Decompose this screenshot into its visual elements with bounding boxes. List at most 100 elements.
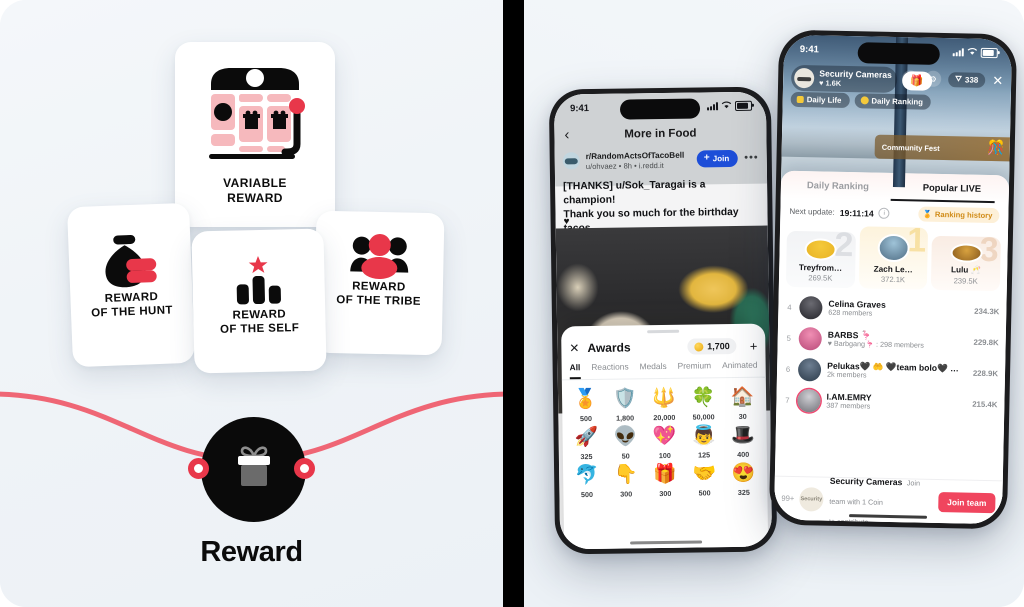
- tab-medals[interactable]: Medals: [640, 361, 667, 378]
- tab-premium[interactable]: Premium: [678, 360, 712, 377]
- award-item[interactable]: 🛡️ 1,800: [605, 385, 645, 423]
- battery-icon: [734, 100, 753, 111]
- tag-label: Daily Life: [806, 94, 842, 105]
- people-group-icon: [348, 233, 411, 280]
- next-update-time: 19:11:14: [839, 207, 874, 219]
- award-item[interactable]: 🐬 500: [567, 462, 607, 500]
- join-button-label: Join: [712, 153, 730, 163]
- add-coins-button[interactable]: +: [750, 338, 758, 353]
- award-cost: 50,000: [692, 412, 715, 422]
- award-cost: 50: [621, 451, 630, 461]
- award-item[interactable]: 💖 100: [645, 423, 685, 461]
- cellular-bars-icon: [952, 48, 964, 57]
- award-item[interactable]: 🍀 50,000: [683, 384, 723, 422]
- award-cost: 325: [737, 487, 750, 497]
- podium: 2 Treyfrom… 269.5K 1 Zach Le… 372.1K 3 L…: [779, 223, 1008, 297]
- team-score: 229.8K: [973, 337, 999, 348]
- table-row[interactable]: 7 I.AM.EMRY 387 members 215.4K: [776, 385, 1005, 421]
- tag-daily-life[interactable]: Daily Life: [790, 91, 850, 108]
- podium-name: Zach Le…: [873, 264, 913, 275]
- award-item[interactable]: 🤝 500: [685, 460, 725, 498]
- person-icon: ⛛: [955, 74, 963, 84]
- award-item[interactable]: 😍 325: [724, 460, 764, 498]
- tab-animated[interactable]: Animated: [722, 360, 758, 377]
- award-item[interactable]: 👇 300: [606, 461, 646, 499]
- tab-reactions[interactable]: Reactions: [591, 361, 628, 379]
- avatar: [798, 327, 822, 351]
- card-label: REWARD OF THE HUNT: [90, 290, 174, 320]
- podium-rank: 2: [834, 230, 854, 265]
- table-row[interactable]: 4 Celina Graves 628 members 234.3K: [778, 292, 1007, 328]
- rank-number: 7: [785, 395, 790, 405]
- page-title: Reward: [200, 536, 303, 568]
- podium-place-3[interactable]: 3 Lulu 🥂 239.5K: [931, 235, 1001, 292]
- award-item[interactable]: 🏅 500: [566, 386, 606, 424]
- info-icon[interactable]: i: [878, 207, 890, 219]
- avatar: [950, 243, 983, 263]
- viewer-count[interactable]: ⛛ 338: [948, 71, 986, 88]
- tab-all[interactable]: All: [569, 362, 581, 380]
- podium-place-2[interactable]: 2 Treyfrom… 269.5K: [785, 230, 856, 289]
- award-art-icon: 🛡️: [612, 388, 637, 410]
- podium-place-1[interactable]: 1 Zach Le… 372.1K: [858, 226, 929, 290]
- podium-star-icon: [229, 253, 288, 308]
- creator-likes: ♥ 1.6K: [819, 78, 892, 89]
- join-button[interactable]: + Join: [696, 149, 739, 168]
- table-row[interactable]: 6 Pelukas🖤 🤲 🖤team bolo🖤 … 2k members 228.9…: [777, 354, 1006, 390]
- table-row[interactable]: 5 BARBS 🦩 ♥ Barbgang🦩 : 298 members 229.8K: [777, 323, 1006, 359]
- award-item[interactable]: 🚀 325: [566, 424, 606, 462]
- coin-icon: [694, 341, 704, 352]
- ranking-history-button[interactable]: 🏅 Ranking history: [918, 206, 1000, 224]
- tab-popular-live[interactable]: Popular LIVE: [895, 181, 1009, 196]
- dynamic-island: [619, 98, 701, 120]
- subreddit-avatar[interactable]: [562, 152, 580, 170]
- award-item[interactable]: 🎁 300: [645, 461, 685, 499]
- award-item[interactable]: 👽 50: [606, 423, 646, 461]
- phone-mockup-live: 9:41 Security Cameras ♥ 1.6K 🎁 ⇪ ⚙ ⛛ 338…: [768, 29, 1018, 530]
- award-item[interactable]: 🎩 400: [723, 422, 763, 460]
- coin-balance-pill[interactable]: 1,700: [687, 337, 737, 355]
- rank-number: 5: [786, 333, 791, 343]
- card-reward-of-the-tribe[interactable]: REWARD OF THE TRIBE: [313, 210, 445, 356]
- card-variable-reward[interactable]: VARIABLE REWARD: [175, 42, 335, 227]
- award-art-icon: 👼: [691, 425, 716, 447]
- award-item[interactable]: 🔱 20,000: [644, 385, 684, 423]
- team-score: 228.9K: [972, 368, 999, 379]
- card-reward-of-the-hunt[interactable]: REWARD OF THE HUNT: [66, 202, 196, 368]
- award-art-icon: 🔱: [652, 387, 677, 410]
- award-item[interactable]: 🏠 30: [723, 384, 763, 422]
- close-icon[interactable]: ✕: [992, 73, 1003, 88]
- status-time: 9:41: [799, 43, 819, 55]
- podium-score: 372.1K: [880, 274, 906, 285]
- reward-concept-panel: VARIABLE REWARD REWARD OF THE HUNT REWAR…: [0, 0, 503, 607]
- award-cost: 30: [738, 411, 747, 421]
- post-meta: u/ohvaez • 8h • i.redd.it: [585, 161, 664, 172]
- award-cost: 500: [580, 489, 594, 500]
- tag-daily-ranking[interactable]: Daily Ranking: [854, 93, 932, 110]
- circle-badge-icon: [860, 96, 869, 105]
- community-fest-banner[interactable]: Community Fest 🎊: [874, 134, 1011, 162]
- award-cost: 500: [579, 414, 593, 424]
- awards-tabs: All Reactions Medals Premium Animated: [561, 357, 766, 381]
- gear-icon[interactable]: ⚙: [925, 70, 942, 87]
- slot-machine-icon: [201, 64, 309, 162]
- close-icon[interactable]: ✕: [569, 341, 579, 355]
- status-time: 9:41: [569, 102, 590, 114]
- tab-daily-ranking[interactable]: Daily Ranking: [781, 178, 895, 193]
- team-score: 234.3K: [974, 306, 1000, 317]
- wifi-icon: [967, 47, 978, 58]
- subreddit-name[interactable]: r/RandomActsOfTacoBell: [586, 151, 691, 163]
- award-cost: 1,800: [616, 413, 635, 423]
- reward-node[interactable]: [201, 417, 306, 522]
- square-badge-icon: [796, 95, 804, 103]
- award-item[interactable]: 👼 125: [684, 422, 724, 460]
- coin-balance-value: 1,700: [707, 341, 730, 352]
- share-icon[interactable]: ⇪: [902, 70, 919, 87]
- award-cost: 125: [698, 450, 711, 460]
- award-art-icon: 👇: [613, 464, 638, 486]
- award-art-icon: 🎁: [653, 463, 678, 486]
- join-rank: 99+: [781, 493, 795, 503]
- more-horizontal-icon[interactable]: •••: [744, 150, 759, 164]
- join-team-button[interactable]: Join team: [938, 491, 996, 513]
- card-reward-of-the-self[interactable]: REWARD OF THE SELF: [191, 228, 327, 374]
